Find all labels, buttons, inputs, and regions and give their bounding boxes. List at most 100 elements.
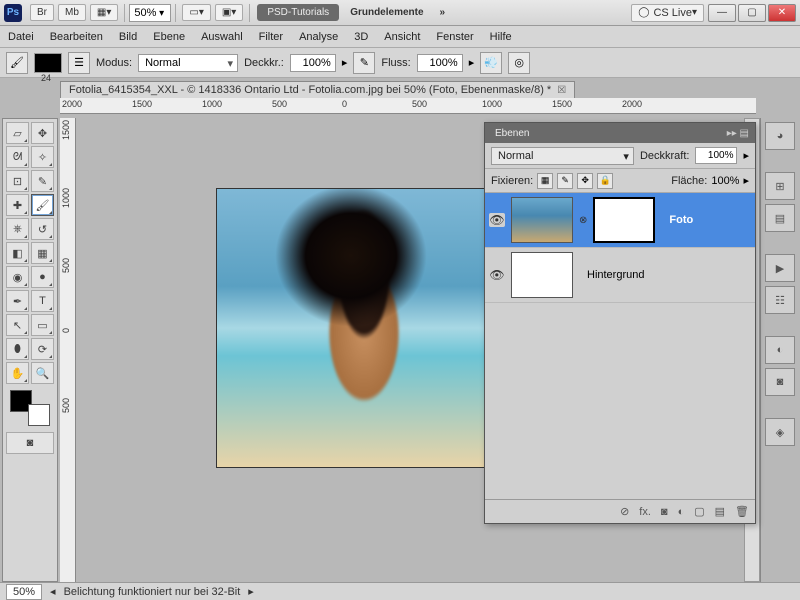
3d-tool[interactable]: ⬮ xyxy=(6,338,29,360)
blend-mode-select[interactable]: Normal xyxy=(138,54,238,72)
layer-name[interactable]: Foto xyxy=(661,214,751,226)
lock-transparent-icon[interactable]: ▦ xyxy=(537,173,553,189)
actions-panel-icon[interactable]: ▶ xyxy=(765,254,795,282)
visibility-icon[interactable]: 👁 xyxy=(489,268,505,282)
3d-camera-tool[interactable]: ⟳ xyxy=(31,338,54,360)
workspace-tab-psd-tutorials[interactable]: PSD-Tutorials xyxy=(257,4,339,21)
adjustments-panel-icon[interactable]: ◐ xyxy=(765,336,795,364)
zoom-tool[interactable]: 🔍 xyxy=(31,362,54,384)
eraser-tool[interactable]: ◧ xyxy=(6,242,29,264)
minibridge-button[interactable]: Mb xyxy=(58,4,86,21)
layer-name[interactable]: Hintergrund xyxy=(579,269,751,281)
gradient-tool[interactable]: ▦ xyxy=(31,242,54,264)
stamp-tool[interactable]: ⎈ xyxy=(6,218,29,240)
menu-hilfe[interactable]: Hilfe xyxy=(490,31,512,43)
adjustment-add-icon[interactable]: ◐ xyxy=(678,506,685,518)
lock-all-icon[interactable]: 🔒 xyxy=(597,173,613,189)
brush-panel-icon[interactable]: ☰ xyxy=(68,52,90,74)
new-layer-icon[interactable]: ▤ xyxy=(715,505,725,518)
hand-tool[interactable]: ✋ xyxy=(6,362,29,384)
color-swatches[interactable] xyxy=(10,390,50,426)
blur-tool[interactable]: ◉ xyxy=(6,266,29,288)
ruler-horizontal[interactable]: 2000 1500 1000 500 0 500 1000 1500 2000 xyxy=(60,98,756,114)
history-panel-icon[interactable]: ☷ xyxy=(765,286,795,314)
layer-list[interactable]: 👁 ⊗ Foto 👁 Hintergrund xyxy=(485,193,755,499)
quickmask-tool[interactable]: ◙ xyxy=(6,432,54,454)
menu-bild[interactable]: Bild xyxy=(119,31,137,43)
mask-thumbnail[interactable] xyxy=(593,197,655,243)
background-color[interactable] xyxy=(28,404,50,426)
close-tab-icon[interactable]: ☒ xyxy=(557,85,566,96)
heal-tool[interactable]: ✚ xyxy=(6,194,29,216)
path-tool[interactable]: ↖ xyxy=(6,314,29,336)
link-layers-icon[interactable]: ⊘ xyxy=(620,505,629,518)
opacity-input[interactable]: 100% xyxy=(290,54,336,72)
panel-menu-icon[interactable]: ▸▸ ▤ xyxy=(721,128,755,139)
ruler-vertical[interactable]: 1500 1000 500 0 500 xyxy=(60,118,76,582)
maximize-button[interactable]: ▢ xyxy=(738,4,766,22)
layer-thumbnail[interactable] xyxy=(511,252,573,298)
fill-input[interactable]: 100% xyxy=(711,175,739,187)
menu-ebene[interactable]: Ebene xyxy=(153,31,185,43)
lock-pixels-icon[interactable]: ✎ xyxy=(557,173,573,189)
lasso-tool[interactable]: ᘛ xyxy=(6,146,29,168)
workspace-tab-grundelemente[interactable]: Grundelemente xyxy=(342,4,431,21)
view-extras-button[interactable]: ▭▾ xyxy=(182,4,210,21)
menu-bearbeiten[interactable]: Bearbeiten xyxy=(50,31,103,43)
styles-panel-icon[interactable]: ▤ xyxy=(765,204,795,232)
airbrush-icon[interactable]: 💨 xyxy=(480,52,502,74)
bridge-button[interactable]: Br xyxy=(30,4,54,21)
masks-panel-icon[interactable]: ◙ xyxy=(765,368,795,396)
view-grid-button[interactable]: ▦▾ xyxy=(90,4,118,21)
document-tab[interactable]: Fotolia_6415354_XXL - © 1418336 Ontario … xyxy=(60,81,575,98)
marquee-tool[interactable]: ✥ xyxy=(31,122,54,144)
lock-position-icon[interactable]: ✥ xyxy=(577,173,593,189)
layers-tab[interactable]: Ebenen xyxy=(485,125,539,142)
move-tool[interactable]: ▱ xyxy=(6,122,29,144)
pen-tool[interactable]: ✒ xyxy=(6,290,29,312)
zoom-field[interactable]: 50% xyxy=(6,584,42,600)
zoom-dropdown[interactable]: 50% ▾ xyxy=(129,4,171,22)
delete-layer-icon[interactable]: 🗑 xyxy=(735,505,749,518)
mask-add-icon[interactable]: ◙ xyxy=(661,506,668,518)
eyedropper-tool[interactable]: ✎ xyxy=(31,170,54,192)
flow-flyout[interactable]: ▸ xyxy=(469,56,475,69)
type-tool[interactable]: T xyxy=(31,290,54,312)
layer-row[interactable]: 👁 Hintergrund xyxy=(485,248,755,303)
fx-icon[interactable]: fx. xyxy=(639,506,651,518)
menu-ansicht[interactable]: Ansicht xyxy=(384,31,420,43)
flow-input[interactable]: 100% xyxy=(417,54,463,72)
brush-preset[interactable] xyxy=(34,53,62,73)
opacity-arrow[interactable]: ▸ xyxy=(743,149,749,162)
opacity-flyout[interactable]: ▸ xyxy=(342,56,348,69)
history-brush-tool[interactable]: ↺ xyxy=(31,218,54,240)
brush-tool[interactable]: 🖌 xyxy=(31,194,54,216)
layer-blend-select[interactable]: Normal xyxy=(491,147,634,165)
color-panel-icon[interactable]: ◕ xyxy=(765,122,795,150)
visibility-icon[interactable]: 👁 xyxy=(489,213,505,227)
menu-fenster[interactable]: Fenster xyxy=(436,31,473,43)
fill-arrow[interactable]: ▸ xyxy=(743,174,749,187)
group-add-icon[interactable]: ▢ xyxy=(694,505,704,518)
pressure-size-icon[interactable]: ◎ xyxy=(508,52,530,74)
crop-tool[interactable]: ⊡ xyxy=(6,170,29,192)
dodge-tool[interactable]: ● xyxy=(31,266,54,288)
pressure-opacity-icon[interactable]: ✎ xyxy=(353,52,375,74)
menu-analyse[interactable]: Analyse xyxy=(299,31,338,43)
cs-live-button[interactable]: ◯ CS Live ▾ xyxy=(631,4,704,22)
brush-tool-icon[interactable]: 🖌 xyxy=(6,52,28,74)
close-button[interactable]: ✕ xyxy=(768,4,796,22)
layer-thumbnail[interactable] xyxy=(511,197,573,243)
menu-auswahl[interactable]: Auswahl xyxy=(201,31,243,43)
link-icon[interactable]: ⊗ xyxy=(579,215,587,226)
workspace-more[interactable]: » xyxy=(432,4,454,21)
layer-row[interactable]: 👁 ⊗ Foto xyxy=(485,193,755,248)
menu-filter[interactable]: Filter xyxy=(259,31,283,43)
swatches-panel-icon[interactable]: ⊞ xyxy=(765,172,795,200)
wand-tool[interactable]: ✧ xyxy=(31,146,54,168)
shape-tool[interactable]: ▭ xyxy=(31,314,54,336)
menu-datei[interactable]: Datei xyxy=(8,31,34,43)
menu-3d[interactable]: 3D xyxy=(354,31,368,43)
status-arrow-left[interactable]: ◂ xyxy=(50,585,56,598)
screen-mode-button[interactable]: ▣▾ xyxy=(215,4,243,21)
